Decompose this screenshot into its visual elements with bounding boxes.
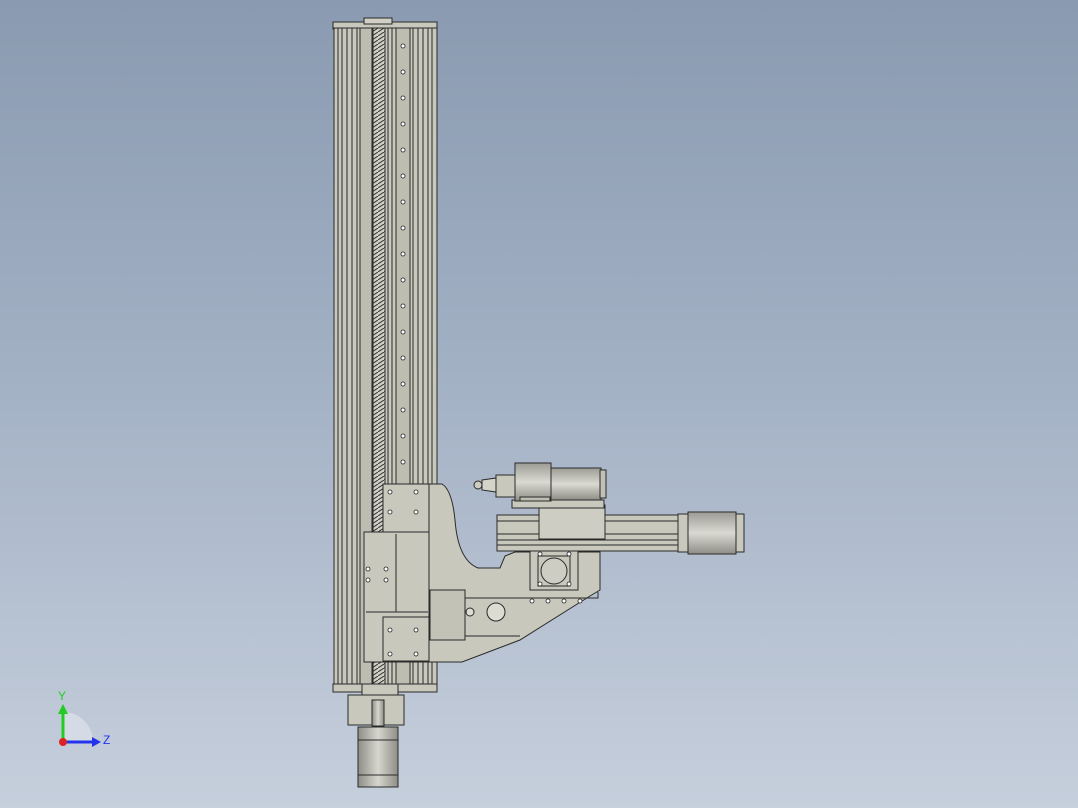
z-axis-arrow-head: [92, 737, 101, 747]
axis-triad: Y Z: [58, 689, 110, 747]
x-axis-marker: [59, 738, 67, 746]
y-axis-label: Y: [58, 689, 66, 703]
graphics-viewport[interactable]: Y Z: [0, 0, 1078, 808]
cad-model-view[interactable]: Y Z: [0, 0, 1078, 808]
vertical-servo-motor[interactable]: [347, 683, 405, 788]
horizontal-slide[interactable]: [496, 499, 680, 552]
triad-background: [63, 712, 93, 742]
z-axis-label: Z: [103, 733, 110, 747]
horizontal-servo-motor[interactable]: [677, 511, 745, 555]
spindle-motor[interactable]: [473, 462, 607, 502]
y-axis-arrow-head: [58, 704, 68, 714]
